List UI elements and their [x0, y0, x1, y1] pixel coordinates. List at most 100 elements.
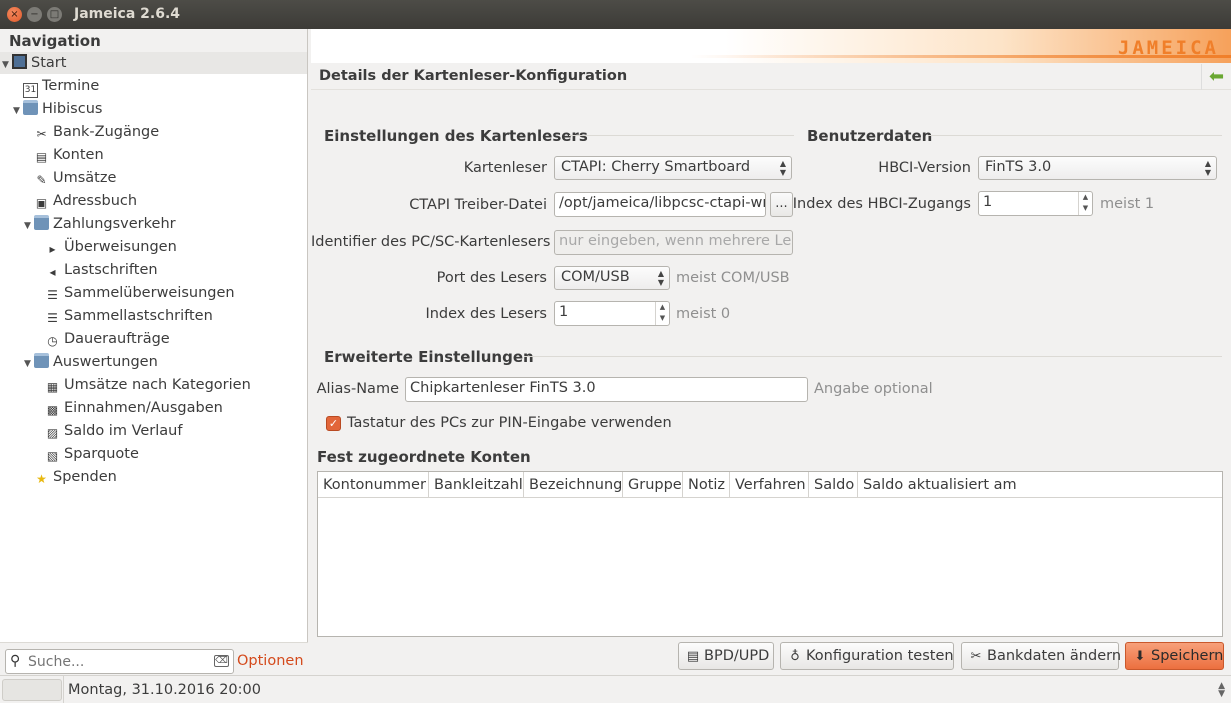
port-select[interactable]: COM/USB ▲ ▼ — [554, 266, 670, 290]
reader-settings-divider — [569, 135, 794, 136]
reader-settings-title: Einstellungen des Kartenlesers — [324, 127, 588, 145]
nav-item-label: Lastschriften — [64, 262, 158, 278]
window-titlebar: × − □ Jameica 2.6.4 — [0, 0, 1231, 29]
kartenleser-select[interactable]: CTAPI: Cherry Smartboard ▲ ▼ — [554, 156, 792, 180]
jameica-banner: JAMEICA — [311, 29, 1231, 63]
save-button[interactable]: ⬇ Speichern — [1125, 642, 1224, 670]
port-hint: meist COM/USB — [676, 270, 790, 286]
nav-item[interactable]: ▼ Hibiscus — [0, 98, 307, 120]
clear-search-icon[interactable]: ⌫ — [214, 655, 229, 667]
nav-item[interactable]: ☰ Sammelüberweisungen — [0, 282, 307, 304]
column-header-notiz[interactable]: Notiz — [683, 472, 730, 498]
save-icon: ⬇ — [1134, 649, 1146, 664]
nav-item-label: Einnahmen/Ausgaben — [64, 400, 223, 416]
nav-item[interactable]: ▧ Sparquote — [0, 443, 307, 465]
hbci-zugang-spinner[interactable]: 1 ▲ ▼ — [978, 191, 1093, 216]
nav-item-label: Sparquote — [64, 446, 139, 462]
nav-item[interactable]: ▼ Auswertungen — [0, 351, 307, 373]
identifier-input: nur eingeben, wenn mehrere Leser — [554, 230, 793, 255]
nav-item[interactable]: ▨ Saldo im Verlauf — [0, 420, 307, 442]
navigation-header: Navigation — [0, 29, 307, 52]
column-header-bezeichnung[interactable]: Bezeichnung — [524, 472, 623, 498]
column-header-verfahren[interactable]: Verfahren — [730, 472, 809, 498]
accounts-title: Fest zugeordnete Konten — [317, 448, 531, 466]
star-icon: ★ — [36, 472, 47, 486]
expand-arrow-icon[interactable]: ▼ — [24, 353, 34, 375]
user-data-title: Benutzerdaten — [807, 127, 933, 145]
status-divider — [63, 676, 64, 703]
column-header-saldo[interactable]: Saldo — [809, 472, 858, 498]
column-header-bankleitzahl[interactable]: Bankleitzahl — [429, 472, 524, 498]
nav-item-label: Sammelüberweisungen — [64, 285, 235, 301]
spinner-arrows-icon[interactable]: ▲ ▼ — [655, 302, 669, 325]
accounts-table-header: Kontonummer Bankleitzahl Bezeichnung Gru… — [318, 472, 1222, 498]
back-arrow-icon[interactable]: ⬅ — [1201, 64, 1231, 90]
nav-item-label: Bank-Zugänge — [53, 124, 160, 140]
hbci-version-select[interactable]: FinTS 3.0 ▲ ▼ — [978, 156, 1217, 180]
money-icon: ▩ — [46, 403, 59, 417]
index-hint: meist 0 — [676, 306, 731, 322]
nav-item-label: Auswertungen — [53, 354, 158, 370]
spinner-arrows-icon[interactable]: ▲ ▼ — [1078, 192, 1092, 215]
folder-icon — [34, 215, 49, 230]
column-header-gruppe[interactable]: Gruppe — [623, 472, 683, 498]
alias-label: Alias-Name — [316, 381, 399, 397]
nav-item[interactable]: ◂ Lastschriften — [0, 259, 307, 281]
nav-item[interactable]: ▩ Einnahmen/Ausgaben — [0, 397, 307, 419]
window-maximize-button[interactable]: □ — [47, 7, 62, 22]
window-minimize-button[interactable]: − — [27, 7, 42, 22]
hbci-version-value: FinTS 3.0 — [985, 159, 1052, 175]
nav-item[interactable]: ▣ Adressbuch — [0, 190, 307, 212]
status-bar: Montag, 31.10.2016 20:00 ▲ ▼ — [0, 675, 1231, 703]
alias-input[interactable]: Chipkartenleser FinTS 3.0 — [405, 377, 808, 402]
nav-item[interactable]: ▸ Überweisungen — [0, 236, 307, 258]
select-arrows-icon: ▲ ▼ — [657, 269, 664, 287]
window-close-button[interactable]: × — [7, 7, 22, 22]
search-input[interactable] — [28, 652, 208, 671]
nav-item[interactable]: ▼ Start — [0, 52, 307, 74]
options-link[interactable]: Optionen — [237, 653, 304, 669]
nav-item[interactable]: ✂ Bank-Zugänge — [0, 121, 307, 143]
bpd-upd-button[interactable]: ▤ BPD/UPD — [678, 642, 774, 670]
nav-item-label: Umsätze nach Kategorien — [64, 377, 251, 393]
expand-arrow-icon[interactable]: ▼ — [24, 215, 34, 237]
column-header-saldo-aktualisiert[interactable]: Saldo aktualisiert am — [858, 472, 1222, 498]
navigation-search-bar: ⚲ ⌫ Optionen — [0, 642, 308, 675]
nav-item[interactable]: ◷ Daueraufträge — [0, 328, 307, 350]
nav-item[interactable]: ☰ Sammellastschriften — [0, 305, 307, 327]
nav-item[interactable]: 31 Termine — [0, 75, 307, 98]
chart-icon: ▦ — [46, 380, 59, 394]
savings-icon: ▧ — [46, 449, 59, 463]
index-label: Index des Lesers — [425, 306, 547, 322]
browse-button[interactable]: ... — [770, 192, 793, 217]
change-bankdata-button[interactable]: ✂ Bankdaten ändern — [961, 642, 1121, 670]
nav-item-label: Adressbuch — [53, 193, 138, 209]
nav-item[interactable]: ▦ Umsätze nach Kategorien — [0, 374, 307, 396]
treiber-datei-input[interactable]: /opt/jameica/libpcsc-ctapi-wrapper.so — [554, 192, 766, 217]
resize-grip-icon[interactable]: ▲ ▼ — [1218, 682, 1225, 699]
transactions-icon: ✎ — [36, 173, 47, 187]
accounts-table: Kontonummer Bankleitzahl Bezeichnung Gru… — [317, 471, 1223, 637]
pin-keyboard-label: Tastatur des PCs zur PIN-Eingabe verwend… — [347, 415, 672, 431]
nav-item-label: Sammellastschriften — [64, 308, 213, 324]
nav-item[interactable]: ★ Spenden — [0, 466, 307, 488]
pin-keyboard-checkbox[interactable]: ✓ — [326, 416, 341, 431]
test-configuration-button[interactable]: ♁ Konfiguration testen — [780, 642, 954, 670]
advanced-settings-title: Erweiterte Einstellungen — [324, 348, 534, 366]
page-title: Details der Kartenleser-Konfiguration — [319, 68, 628, 84]
index-spinner[interactable]: 1 ▲ ▼ — [554, 301, 670, 326]
debit-icon: ◂ — [49, 265, 56, 279]
document-icon: ▤ — [686, 649, 700, 664]
expand-arrow-icon[interactable]: ▼ — [13, 100, 23, 122]
nav-item-label: Daueraufträge — [64, 331, 170, 347]
advanced-settings-divider — [524, 356, 1222, 357]
nav-item[interactable]: ▼ Zahlungsverkehr — [0, 213, 307, 235]
nav-item[interactable]: ▤ Konten — [0, 144, 307, 166]
nav-item-label: Start — [31, 55, 67, 71]
column-header-kontonummer[interactable]: Kontonummer — [318, 472, 429, 498]
window-title: Jameica 2.6.4 — [74, 6, 181, 22]
nav-item[interactable]: ✎ Umsätze — [0, 167, 307, 189]
nav-item-label: Saldo im Verlauf — [64, 423, 183, 439]
nav-item-label: Termine — [42, 78, 100, 94]
expand-arrow-icon[interactable]: ▼ — [2, 54, 12, 76]
